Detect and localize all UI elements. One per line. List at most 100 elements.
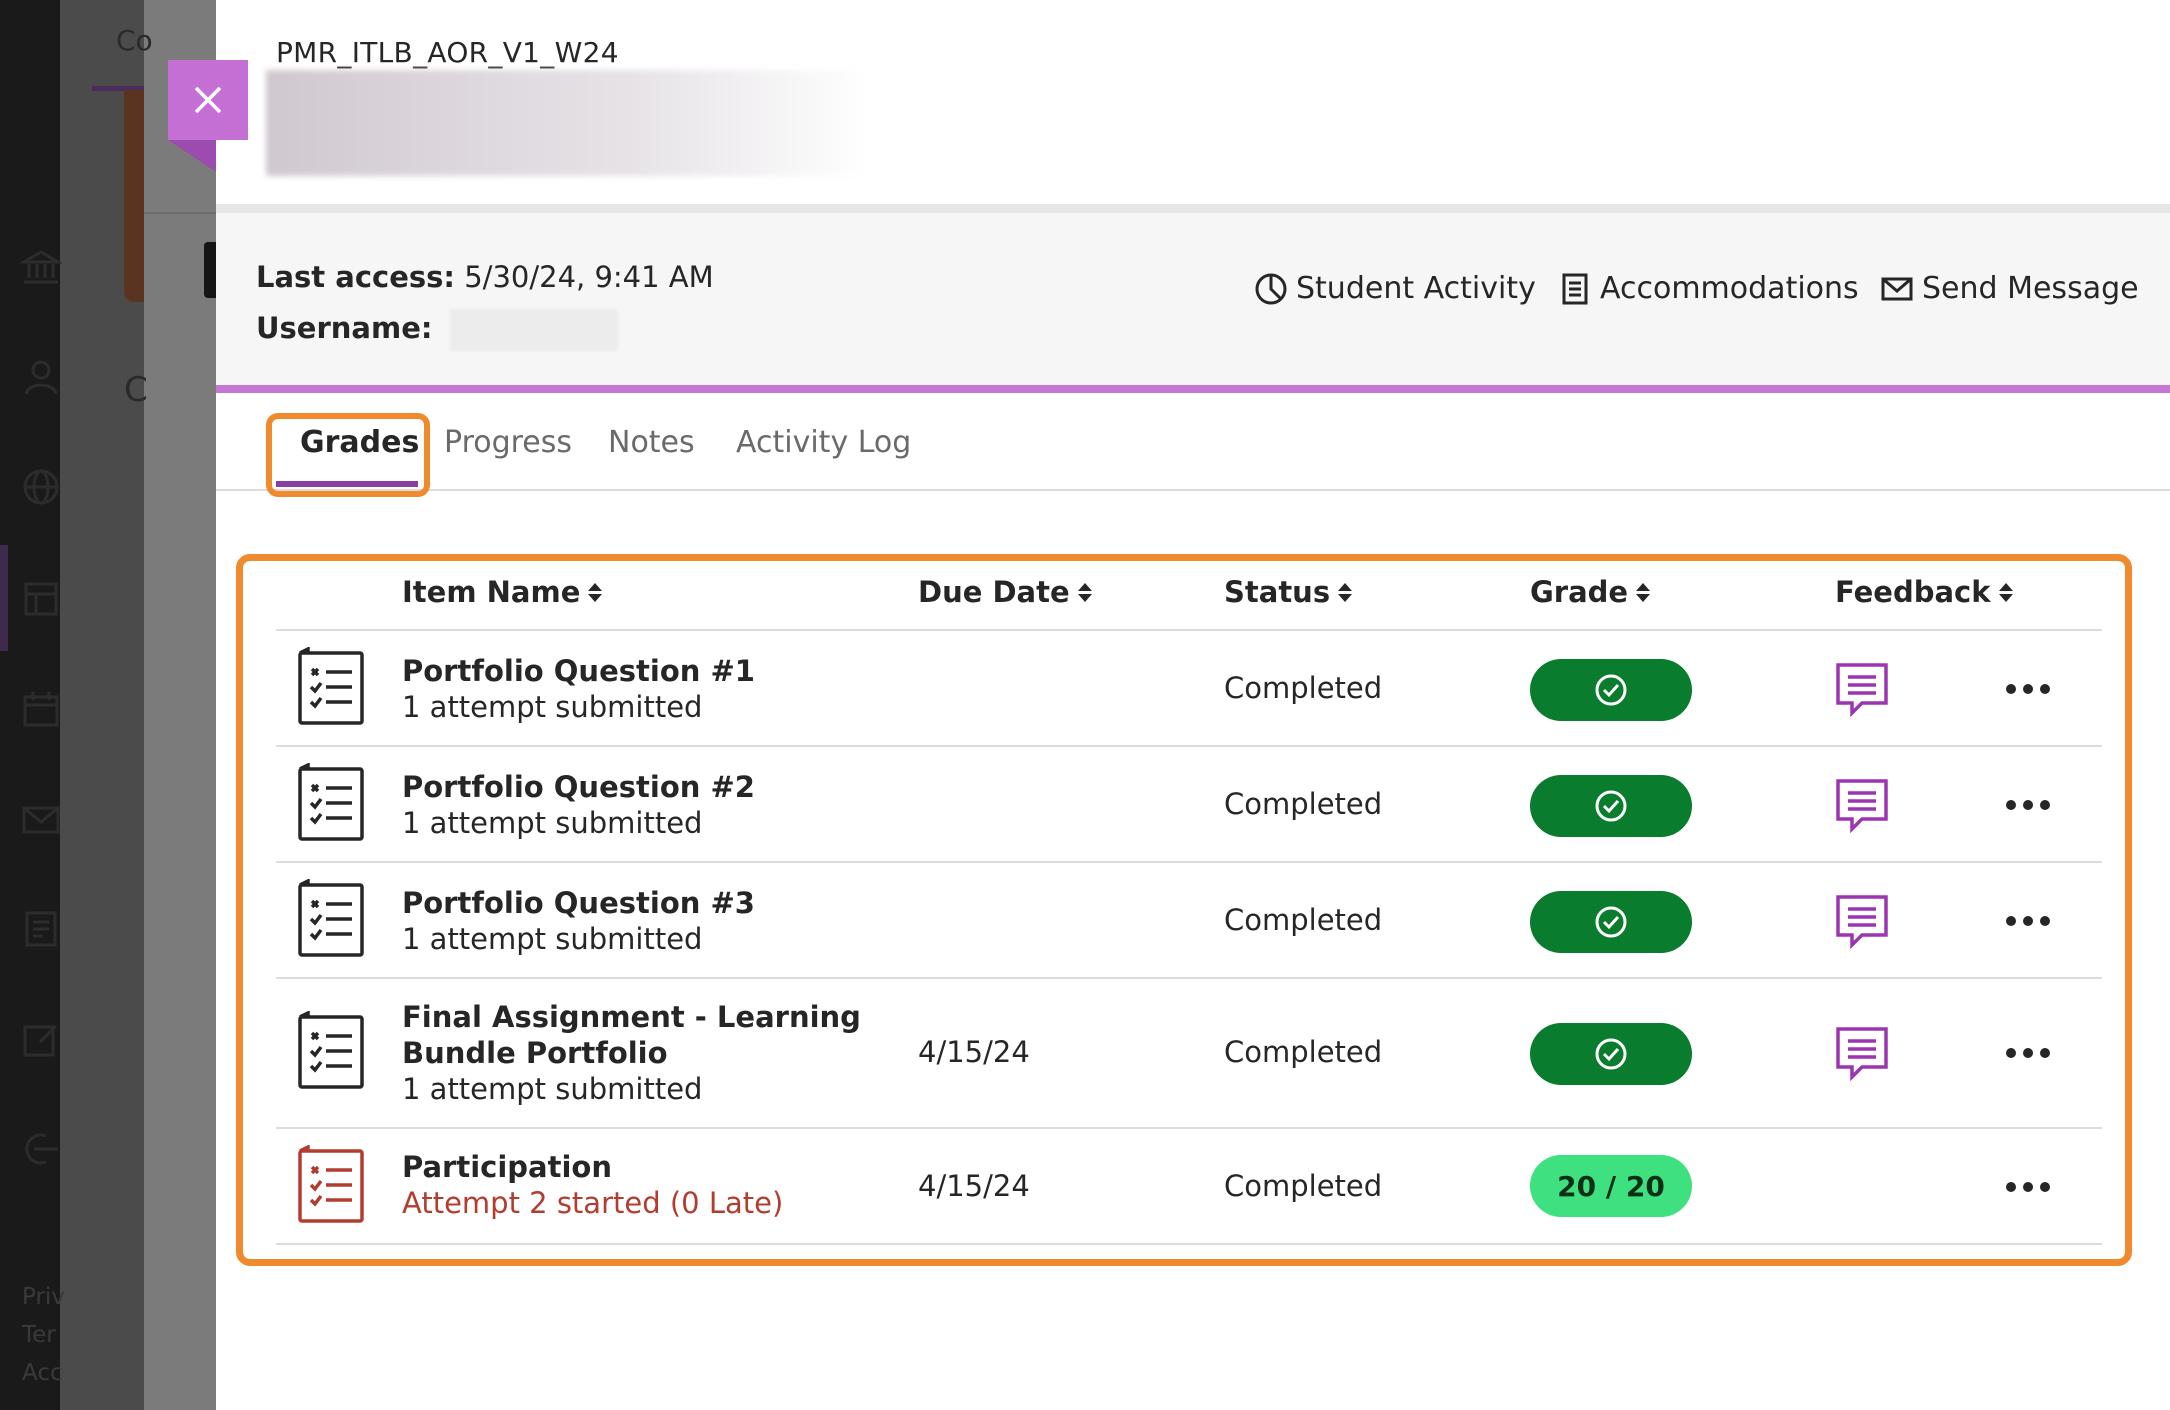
panel-header: PMR_ITLB_AOR_V1_W24 [216, 0, 2170, 204]
due-date-cell: 4/15/24 [918, 1035, 1030, 1069]
column-header-label: Due Date [918, 575, 1070, 609]
item-attempt-status: 1 attempt submitted [402, 1072, 703, 1106]
edit-icon [20, 1018, 62, 1060]
tab-notes[interactable]: Notes [608, 425, 695, 460]
background-dark-block [204, 242, 216, 298]
feedback-icon[interactable] [1834, 893, 1890, 950]
background-footer-line: Acc [22, 1360, 63, 1386]
background-separator [144, 212, 216, 214]
grade-score-pill[interactable]: 20 / 20 [1530, 1155, 1692, 1217]
status-cell: Completed [1224, 1035, 1383, 1069]
feedback-icon[interactable] [1834, 1025, 1890, 1082]
username-label: Username: [256, 311, 433, 345]
accommodations-label: Accommodations [1600, 271, 1859, 306]
check-circle-icon [1595, 906, 1627, 938]
accommodations-button[interactable]: Accommodations [1558, 271, 1859, 306]
checklist-icon [292, 1010, 370, 1091]
grade-pill[interactable] [1530, 775, 1692, 837]
column-header-grade[interactable]: Grade [1530, 575, 1651, 609]
panel-tabs: Grades Progress Notes Activity Log [216, 393, 2170, 497]
item-attempt-status: 1 attempt submitted [402, 690, 703, 724]
calendar-icon [20, 688, 62, 730]
status-cell: Completed [1224, 671, 1383, 705]
tab-activity-log[interactable]: Activity Log [736, 425, 911, 460]
document-icon [1562, 273, 1588, 304]
more-options-icon[interactable] [2006, 909, 2050, 933]
column-header-status[interactable]: Status [1224, 575, 1353, 609]
table-row: Portfolio Question #3 1 attempt submitte… [276, 863, 2102, 979]
student-activity-label: Student Activity [1296, 271, 1536, 306]
background-app: Co C Priv Ter Acc [0, 0, 216, 1410]
sign-out-icon [20, 1128, 62, 1170]
background-banner [124, 90, 144, 302]
item-attempt-status: 1 attempt submitted [402, 922, 703, 956]
close-button-tail [168, 140, 216, 172]
student-details-panel: PMR_ITLB_AOR_V1_W24 Last access: 5/30/24… [216, 0, 2170, 1410]
grade-pill[interactable] [1530, 659, 1692, 721]
grades-table: Item Name Due Date Status Grade Feedback [276, 565, 2102, 1245]
grades-icon [20, 908, 62, 950]
more-options-icon[interactable] [2006, 1041, 2050, 1065]
check-circle-icon [1595, 790, 1627, 822]
profile-icon [20, 356, 62, 398]
status-cell: Completed [1224, 1169, 1383, 1203]
activity-chart-icon [1255, 273, 1287, 304]
item-cell[interactable]: Final Assignment - Learning Bundle Portf… [402, 999, 861, 1107]
student-name-redacted [266, 70, 866, 176]
background-footer-links: Priv Ter Acc [22, 1278, 65, 1392]
close-icon [194, 86, 222, 114]
background-active-indicator [0, 545, 8, 651]
background-heading-letter: C [124, 370, 148, 410]
column-header-label: Grade [1530, 575, 1629, 609]
item-name-line: Final Assignment - Learning [402, 1000, 861, 1034]
column-header-label: Feedback [1835, 575, 1991, 609]
sort-icon [1338, 582, 1353, 602]
student-activity-button[interactable]: Student Activity [1254, 271, 1536, 306]
table-row: Portfolio Question #2 1 attempt submitte… [276, 747, 2102, 863]
item-name: Portfolio Question #1 [402, 654, 755, 688]
background-tab-text: Co [116, 24, 153, 57]
check-circle-icon [1595, 674, 1627, 706]
checklist-icon [292, 1144, 370, 1225]
checklist-icon [292, 878, 370, 959]
tab-progress[interactable]: Progress [444, 425, 572, 460]
sort-icon [1636, 582, 1651, 602]
check-circle-icon [1595, 1038, 1627, 1070]
item-cell[interactable]: Participation Attempt 2 started (0 Late) [402, 1149, 783, 1221]
checklist-icon [292, 762, 370, 843]
last-access-value: 5/30/24, 9:41 AM [464, 260, 714, 294]
column-header-label: Status [1224, 575, 1331, 609]
send-message-button[interactable]: Send Message [1880, 271, 2139, 306]
column-header-due-date[interactable]: Due Date [918, 575, 1092, 609]
column-header-label: Item Name [402, 575, 581, 609]
item-cell[interactable]: Portfolio Question #2 1 attempt submitte… [402, 769, 755, 841]
item-cell[interactable]: Portfolio Question #1 1 attempt submitte… [402, 653, 755, 725]
column-header-item-name[interactable]: Item Name [402, 575, 603, 609]
close-button[interactable] [168, 60, 248, 140]
institution-icon [18, 246, 64, 288]
feedback-icon[interactable] [1834, 777, 1890, 834]
checklist-icon [292, 646, 370, 727]
more-options-icon[interactable] [2006, 1175, 2050, 1199]
last-access: Last access: 5/30/24, 9:41 AM [256, 260, 714, 294]
send-message-label: Send Message [1922, 271, 2139, 306]
status-cell: Completed [1224, 787, 1383, 821]
column-header-feedback[interactable]: Feedback [1835, 575, 2013, 609]
table-row: Portfolio Question #1 1 attempt submitte… [276, 631, 2102, 747]
table-row: Participation Attempt 2 started (0 Late)… [276, 1129, 2102, 1245]
sort-icon [1998, 582, 2013, 602]
more-options-icon[interactable] [2006, 677, 2050, 701]
item-name: Portfolio Question #2 [402, 770, 755, 804]
due-date-cell: 4/15/24 [918, 1169, 1030, 1203]
table-header: Item Name Due Date Status Grade Feedback [276, 565, 2102, 631]
item-attempt-status: 1 attempt submitted [402, 806, 703, 840]
feedback-icon[interactable] [1834, 661, 1890, 718]
envelope-icon [1881, 277, 1913, 300]
username: Username: [256, 309, 618, 351]
grade-pill[interactable] [1530, 891, 1692, 953]
item-cell[interactable]: Portfolio Question #3 1 attempt submitte… [402, 885, 755, 957]
student-info-bar: Last access: 5/30/24, 9:41 AM Username: … [216, 213, 2170, 385]
item-name-line: Bundle Portfolio [402, 1036, 668, 1070]
grade-pill[interactable] [1530, 1023, 1692, 1085]
more-options-icon[interactable] [2006, 793, 2050, 817]
